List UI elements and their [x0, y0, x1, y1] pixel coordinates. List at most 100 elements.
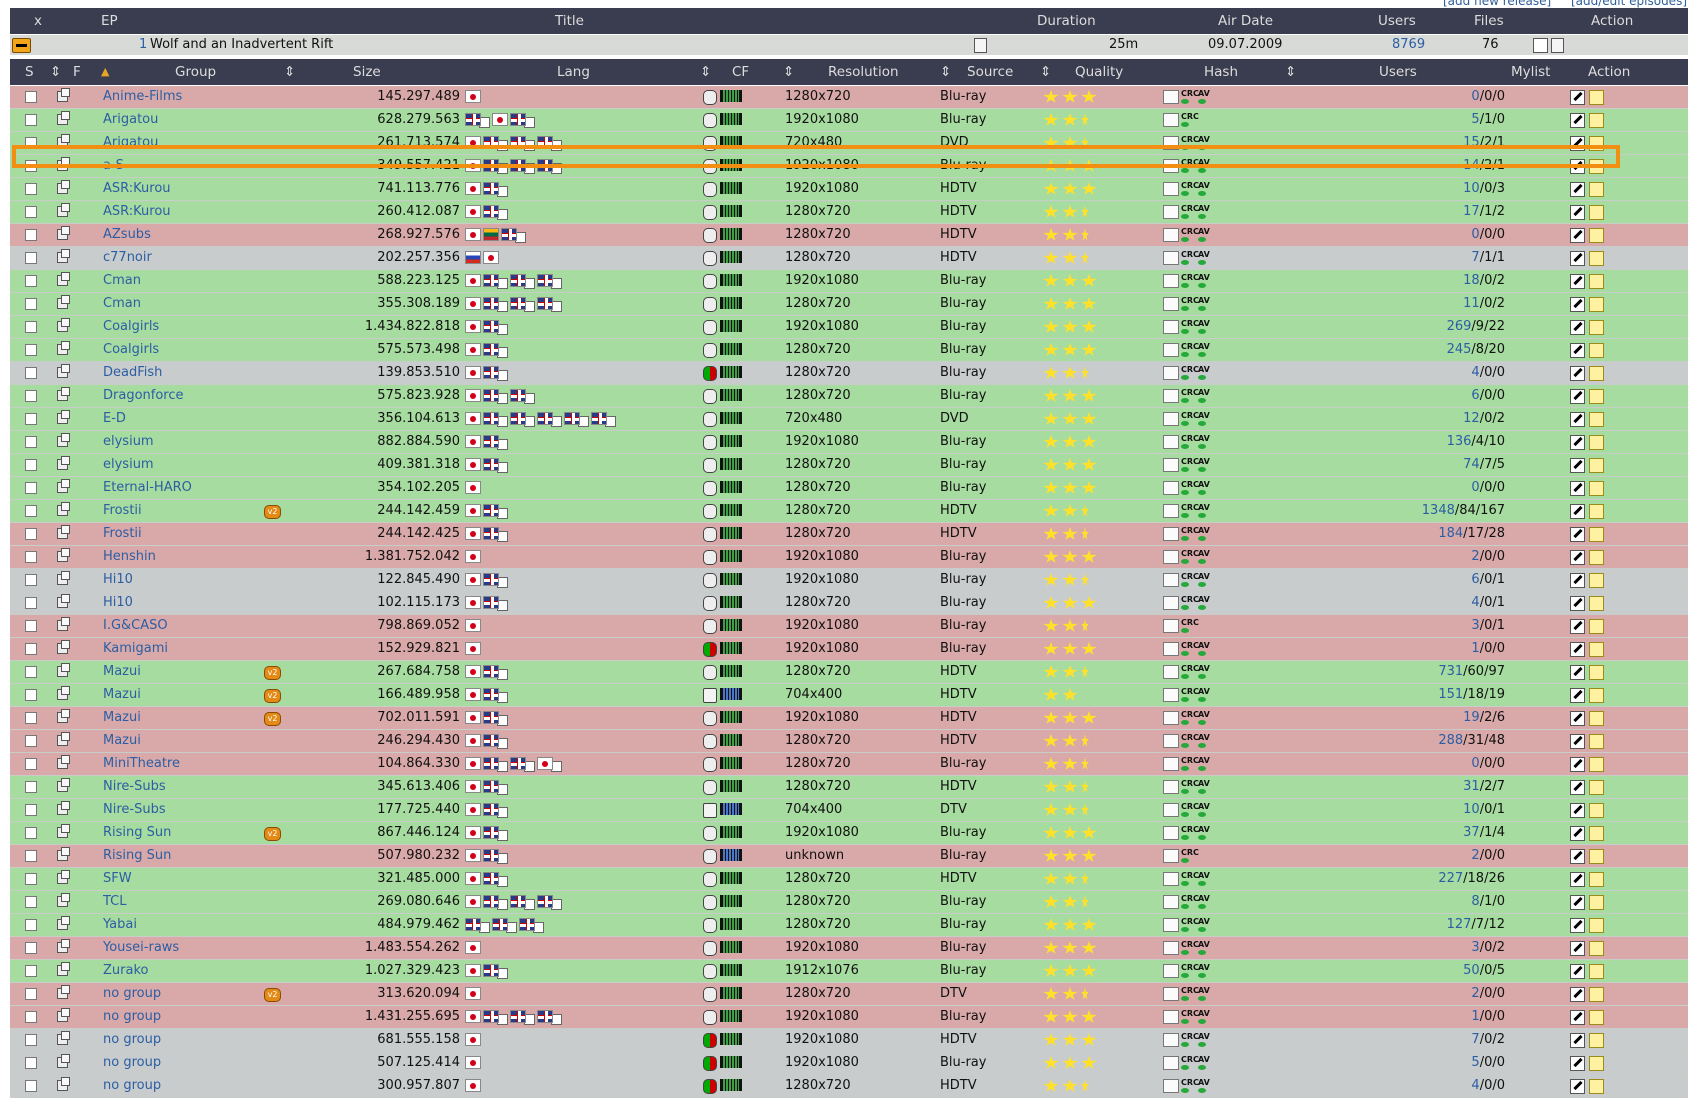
- hash-icon[interactable]: [1163, 320, 1179, 334]
- note-icon[interactable]: [1589, 665, 1604, 680]
- select-checkbox[interactable]: [25, 551, 37, 563]
- user-count-link[interactable]: 1: [1471, 1009, 1479, 1024]
- table-row[interactable]: DeadFish 139.853.510 1280x720 Blu-ray CRC AV 4…: [10, 362, 1688, 385]
- note-icon[interactable]: [1589, 90, 1604, 105]
- table-row[interactable]: Zurako 1.027.329.423 1912x1076 Blu-ray CRC AV…: [10, 960, 1688, 983]
- table-row[interactable]: Mazui v2 166.489.958 704x400 HDTV CRC AV 151/18…: [10, 684, 1688, 707]
- hash-icon[interactable]: [1163, 159, 1179, 173]
- hash-icon[interactable]: [1163, 619, 1179, 633]
- select-checkbox[interactable]: [25, 206, 37, 218]
- select-checkbox[interactable]: [25, 666, 37, 678]
- file-details-icon[interactable]: [57, 594, 70, 608]
- select-checkbox[interactable]: [25, 459, 37, 471]
- user-count[interactable]: 5/1/0: [1310, 109, 1505, 131]
- user-count[interactable]: 288/31/48: [1310, 730, 1505, 752]
- group-link[interactable]: Mazui: [103, 661, 141, 683]
- user-count-link[interactable]: 10: [1463, 181, 1480, 196]
- document-icon[interactable]: [974, 38, 987, 53]
- user-count-link[interactable]: 50: [1463, 963, 1480, 978]
- table-row[interactable]: Frostii 244.142.425 1280x720 HDTV CRC AV 184/1…: [10, 523, 1688, 546]
- user-count[interactable]: 10/0/3: [1310, 178, 1505, 200]
- edit-icon[interactable]: [1570, 366, 1585, 381]
- user-count[interactable]: 8/1/0: [1310, 891, 1505, 913]
- note-icon[interactable]: [1589, 527, 1604, 542]
- hash-icon[interactable]: [1163, 596, 1179, 610]
- table-row[interactable]: Mazui v2 702.011.591 1920x1080 HDTV CRC AV 19/2…: [10, 707, 1688, 730]
- note-icon[interactable]: [1589, 619, 1604, 634]
- group-link[interactable]: Coalgirls: [103, 339, 159, 361]
- file-details-icon[interactable]: [57, 985, 70, 999]
- file-details-icon[interactable]: [57, 341, 70, 355]
- user-count[interactable]: 2/0/0: [1310, 546, 1505, 568]
- file-details-icon[interactable]: [57, 571, 70, 585]
- note-icon[interactable]: [1589, 596, 1604, 611]
- user-count[interactable]: 10/0/1: [1310, 799, 1505, 821]
- group-link[interactable]: no group: [103, 1006, 161, 1028]
- edit-icon[interactable]: [1570, 987, 1585, 1002]
- hash-icon[interactable]: [1163, 1033, 1179, 1047]
- group-link[interactable]: Frostii: [103, 523, 142, 545]
- user-count[interactable]: 0/0/0: [1310, 224, 1505, 246]
- file-details-icon[interactable]: [57, 847, 70, 861]
- col-resolution[interactable]: Resolution: [828, 59, 899, 85]
- edit-icon[interactable]: [1570, 297, 1585, 312]
- user-count[interactable]: 4/0/0: [1310, 1075, 1505, 1097]
- note-icon[interactable]: [1589, 297, 1604, 312]
- user-count-link[interactable]: 0: [1471, 227, 1479, 242]
- edit-icon[interactable]: [1570, 711, 1585, 726]
- group-link[interactable]: SFW: [103, 868, 132, 890]
- user-count-link[interactable]: 3: [1471, 940, 1479, 955]
- user-count-link[interactable]: 4: [1471, 595, 1479, 610]
- user-count-link[interactable]: 17: [1463, 204, 1480, 219]
- select-checkbox[interactable]: [25, 160, 37, 172]
- edit-icon[interactable]: [1570, 527, 1585, 542]
- edit-icon[interactable]: [1570, 182, 1585, 197]
- user-count-link[interactable]: 2: [1471, 549, 1479, 564]
- col-quality[interactable]: Quality: [1075, 59, 1123, 85]
- note-icon[interactable]: [1589, 849, 1604, 864]
- edit-icon[interactable]: [1570, 688, 1585, 703]
- group-link[interactable]: elysium: [103, 431, 154, 453]
- user-count[interactable]: 269/9/22: [1310, 316, 1505, 338]
- table-row[interactable]: Rising Sun v2 867.446.124 1920x1080 Blu-ray C…: [10, 822, 1688, 845]
- hash-icon[interactable]: [1163, 711, 1179, 725]
- hash-icon[interactable]: [1163, 136, 1179, 150]
- user-count[interactable]: 18/0/2: [1310, 270, 1505, 292]
- edit-icon[interactable]: [1570, 136, 1585, 151]
- edit-icon[interactable]: [1570, 573, 1585, 588]
- hash-icon[interactable]: [1163, 941, 1179, 955]
- hash-icon[interactable]: [1163, 1010, 1179, 1024]
- note-icon[interactable]: [1589, 872, 1604, 887]
- table-row[interactable]: Cman 588.223.125 1920x1080 Blu-ray CRC AV 18/0…: [10, 270, 1688, 293]
- user-count-link[interactable]: 151: [1438, 687, 1463, 702]
- select-checkbox[interactable]: [25, 804, 37, 816]
- user-count[interactable]: 245/8/20: [1310, 339, 1505, 361]
- note-icon[interactable]: [1589, 803, 1604, 818]
- select-checkbox[interactable]: [25, 505, 37, 517]
- add-release-link[interactable]: [add new release]: [1443, 0, 1551, 8]
- select-checkbox[interactable]: [25, 1034, 37, 1046]
- select-checkbox[interactable]: [25, 528, 37, 540]
- hash-icon[interactable]: [1163, 826, 1179, 840]
- table-row[interactable]: ASR:Kurou 741.113.776 1920x1080 HDTV CRC AV 10…: [10, 178, 1688, 201]
- table-row[interactable]: Yabai 484.979.462 1280x720 Blu-ray CRC AV 127/…: [10, 914, 1688, 937]
- select-checkbox[interactable]: [25, 137, 37, 149]
- file-details-icon[interactable]: [57, 203, 70, 217]
- user-count[interactable]: 31/2/7: [1310, 776, 1505, 798]
- edit-icon[interactable]: [1570, 113, 1585, 128]
- table-row[interactable]: Yousei-raws 1.483.554.262 1920x1080 Blu-ray…: [10, 937, 1688, 960]
- table-row[interactable]: Mazui 246.294.430 1280x720 HDTV CRC AV 288/31/…: [10, 730, 1688, 753]
- user-count-link[interactable]: 288: [1438, 733, 1463, 748]
- file-details-icon[interactable]: [57, 180, 70, 194]
- file-details-icon[interactable]: [57, 870, 70, 884]
- table-row[interactable]: Arigatou 628.279.563 1920x1080 Blu-ray CRC 5/…: [10, 109, 1688, 132]
- user-count[interactable]: 17/1/2: [1310, 201, 1505, 223]
- edit-icon[interactable]: [1570, 1079, 1585, 1094]
- hash-icon[interactable]: [1163, 274, 1179, 288]
- user-count-link[interactable]: 0: [1471, 89, 1479, 104]
- group-link[interactable]: Kamigami: [103, 638, 168, 660]
- file-details-icon[interactable]: [57, 410, 70, 424]
- edit-icon[interactable]: [1570, 458, 1585, 473]
- note-icon[interactable]: [1589, 688, 1604, 703]
- table-row[interactable]: Nire-Subs 345.613.406 1280x720 HDTV CRC AV 31/…: [10, 776, 1688, 799]
